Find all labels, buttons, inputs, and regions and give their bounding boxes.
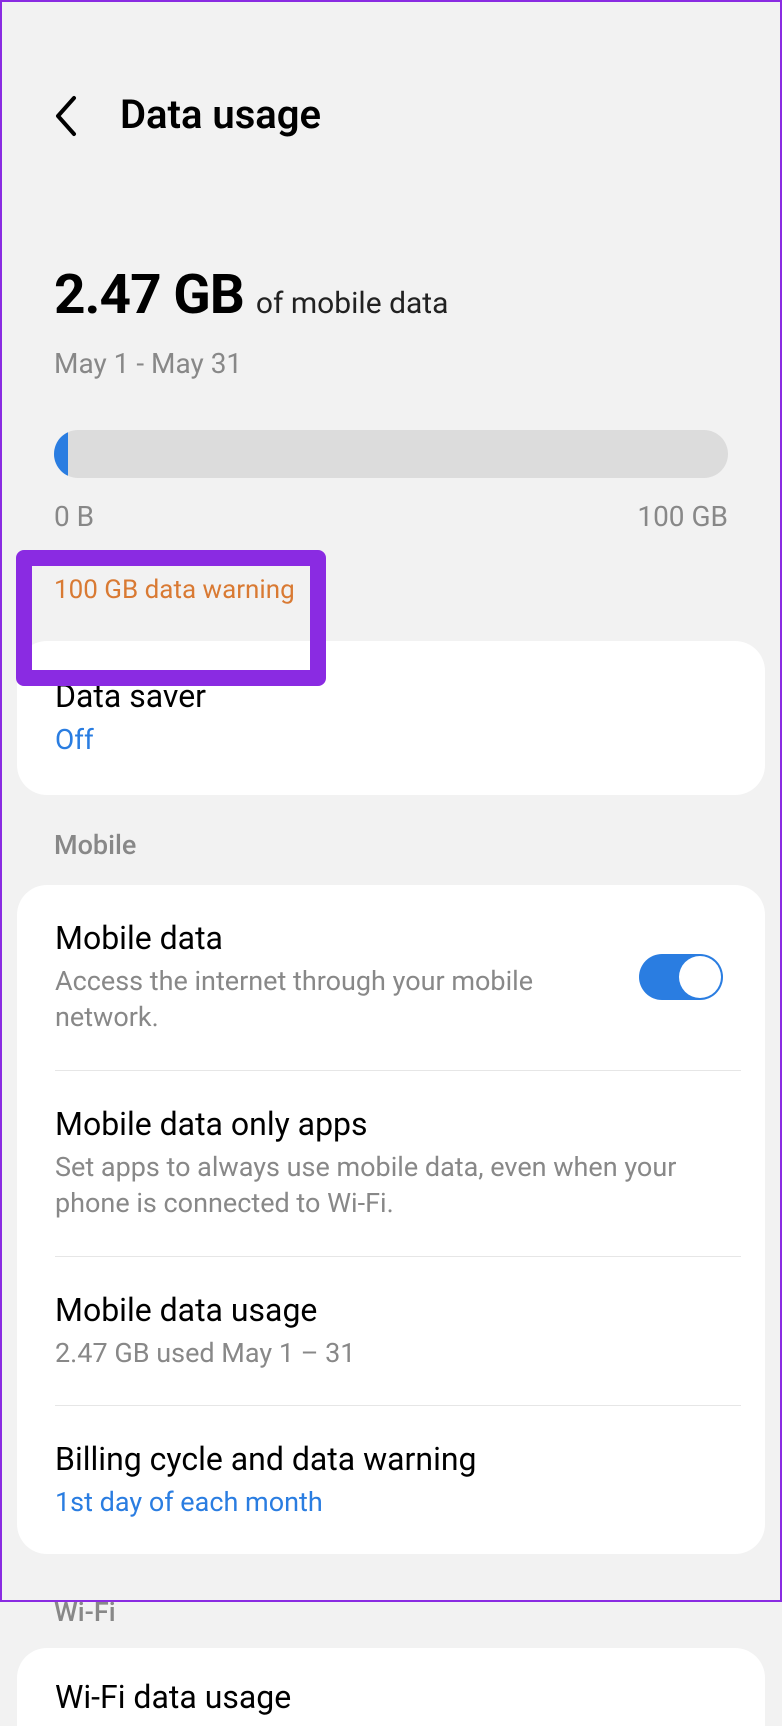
wifi-data-usage-row[interactable]: Wi-Fi data usage [17,1648,765,1726]
data-saver-title: Data saver [55,677,727,715]
billing-cycle-desc: 1st day of each month [55,1484,723,1520]
usage-min-label: 0 B [54,500,94,533]
mobile-only-apps-title: Mobile data only apps [55,1105,723,1143]
section-label-wifi: Wi-Fi [54,1596,780,1628]
mobile-data-title: Mobile data [55,919,619,957]
mobile-section-card: Mobile data Access the internet through … [17,885,765,1555]
data-saver-card: Data saver Off [17,641,765,795]
usage-of-label: of mobile data [256,286,449,321]
section-label-mobile: Mobile [54,829,780,861]
mobile-data-usage-title: Mobile data usage [55,1291,723,1329]
usage-summary: 2.47 GB of mobile data May 1 - May 31 0 … [2,138,780,605]
usage-warning: 100 GB data warning [54,575,728,605]
usage-amount: 2.47 GB [54,263,244,327]
back-icon[interactable] [52,94,80,138]
usage-max-label: 100 GB [637,500,728,533]
data-saver-status: Off [55,721,727,759]
wifi-section-card: Wi-Fi data usage [17,1648,765,1726]
mobile-data-toggle[interactable] [639,954,723,1000]
usage-progress-bar[interactable] [54,430,728,478]
mobile-data-usage-desc: 2.47 GB used May 1 – 31 [55,1335,723,1371]
mobile-data-usage-row[interactable]: Mobile data usage 2.47 GB used May 1 – 3… [17,1257,765,1405]
billing-cycle-title: Billing cycle and data warning [55,1440,723,1478]
wifi-data-usage-title: Wi-Fi data usage [55,1678,727,1716]
usage-progress-fill [54,430,68,478]
mobile-data-row[interactable]: Mobile data Access the internet through … [17,885,765,1070]
page-title: Data usage [120,91,321,138]
toggle-knob [679,956,721,998]
billing-cycle-row[interactable]: Billing cycle and data warning 1st day o… [17,1406,765,1554]
data-saver-row[interactable]: Data saver Off [17,641,765,795]
header: Data usage [2,2,780,138]
mobile-data-desc: Access the internet through your mobile … [55,963,619,1036]
mobile-only-apps-desc: Set apps to always use mobile data, even… [55,1149,723,1222]
usage-period: May 1 - May 31 [54,347,728,380]
mobile-only-apps-row[interactable]: Mobile data only apps Set apps to always… [17,1071,765,1256]
